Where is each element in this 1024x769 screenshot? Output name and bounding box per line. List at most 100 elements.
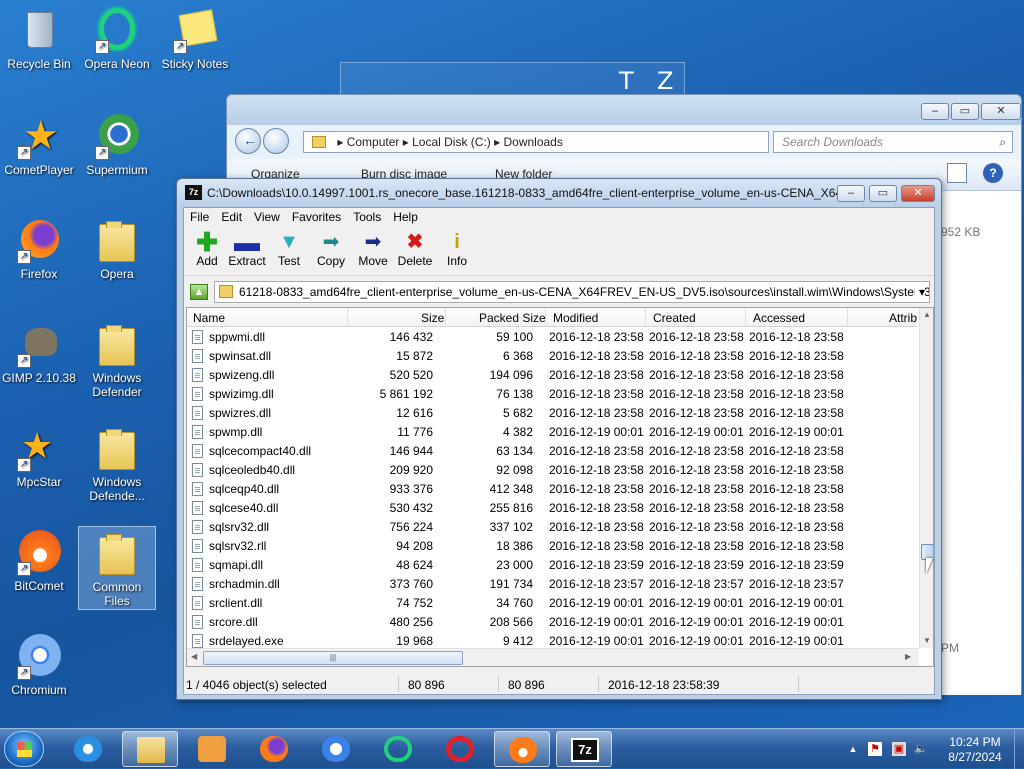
table-row[interactable]: srcore.dll 480 256 208 566 2016-12-19 00:01… — [187, 612, 917, 631]
scroll-down-icon[interactable]: ▼ — [923, 636, 931, 645]
path-input[interactable]: 61218-0833_amd64fre_client-enterprise_vo… — [214, 281, 930, 303]
desktop-icon-sticky-notes[interactable]: ↗ Sticky Notes — [156, 6, 234, 71]
taskbar-opera[interactable] — [432, 731, 488, 767]
7zip-maximize-button[interactable]: ▭ — [869, 185, 897, 202]
column-size[interactable]: Size — [421, 311, 444, 325]
table-row[interactable]: sqlcese40.dll 530 432 255 816 2016-12-18 23… — [187, 498, 917, 517]
move-button[interactable]: ➡ Move — [350, 230, 396, 268]
desktop-icon-windows-defender-2[interactable]: Windows Defende... — [78, 424, 156, 503]
table-row[interactable]: sqlcecompact40.dll 146 944 63 134 2016-12-1… — [187, 441, 917, 460]
7zip-titlebar[interactable]: 7z C:\Downloads\10.0.14997.1001.rs_oneco… — [177, 179, 941, 207]
cell-packed-size: 92 098 — [496, 463, 533, 477]
address-computer[interactable]: Computer — [347, 135, 400, 149]
horizontal-scrollbar[interactable]: ◀ ||| ▶ — [187, 648, 919, 666]
taskbar-firefox[interactable] — [246, 731, 302, 767]
network-icon[interactable]: ▣ — [892, 742, 906, 756]
taskbar-ie[interactable] — [60, 731, 116, 767]
desktop-icon-recycle-bin[interactable]: Recycle Bin — [0, 6, 78, 71]
explorer-maximize-button[interactable]: ▭ — [951, 103, 979, 120]
action-center-icon[interactable]: ⚑ — [868, 742, 882, 756]
column-created[interactable]: Created — [653, 311, 696, 325]
clock[interactable]: 10:24 PM 8/27/2024 — [940, 735, 1010, 765]
desktop-icon-opera-folder[interactable]: Opera — [78, 216, 156, 281]
forward-button[interactable] — [263, 128, 289, 154]
taskbar-7zip[interactable]: 7z — [556, 731, 612, 767]
up-folder-icon[interactable]: ▲ — [190, 284, 208, 300]
7zip-window[interactable]: 7z C:\Downloads\10.0.14997.1001.rs_oneco… — [176, 178, 942, 700]
chevron-down-icon[interactable]: ▾ — [914, 282, 925, 302]
menu-file[interactable]: File — [184, 208, 215, 224]
back-button[interactable]: ← — [235, 128, 261, 154]
explorer-titlebar[interactable] — [227, 95, 1021, 125]
horizontal-scroll-thumb[interactable]: ||| — [203, 651, 463, 665]
table-row[interactable]: spwinsat.dll 15 872 6 368 2016-12-18 23:58 2… — [187, 346, 917, 365]
table-row[interactable]: spwizimg.dll 5 861 192 76 138 2016-12-18 23… — [187, 384, 917, 403]
table-row[interactable]: sqlsrv32.rll 94 208 18 386 2016-12-18 23:58… — [187, 536, 917, 555]
table-row[interactable]: spwizeng.dll 520 520 194 096 2016-12-18 23:… — [187, 365, 917, 384]
cell-name: spwizimg.dll — [209, 387, 274, 401]
desktop-icon-gimp[interactable]: ↗ GIMP 2.10.38 — [0, 320, 78, 385]
explorer-close-button[interactable]: ✕ — [981, 103, 1021, 120]
taskbar-chromium[interactable] — [308, 731, 364, 767]
show-hidden-icons-icon[interactable]: ▲ — [846, 742, 860, 756]
explorer-search-input[interactable]: Search Downloads ⌕ — [773, 131, 1013, 153]
copy-button[interactable]: ➡ Copy — [308, 230, 354, 268]
7zip-close-button[interactable]: ✕ — [901, 185, 935, 202]
menu-view[interactable]: View — [248, 208, 286, 224]
address-downloads[interactable]: Downloads — [503, 135, 562, 149]
desktop-icon-mpcstar[interactable]: ★ ↗ MpcStar — [0, 424, 78, 490]
menu-favorites[interactable]: Favorites — [286, 208, 347, 224]
taskbar-bitcomet[interactable] — [494, 731, 550, 767]
wallpaper-deco-box: T Z — [340, 62, 685, 96]
start-button[interactable] — [4, 731, 44, 767]
column-accessed[interactable]: Accessed — [753, 311, 805, 325]
desktop-icon-common-files[interactable]: Common Files — [78, 526, 156, 610]
menu-tools[interactable]: Tools — [347, 208, 387, 224]
menu-edit[interactable]: Edit — [215, 208, 248, 224]
info-button[interactable]: i Info — [434, 230, 480, 268]
desktop-icon-opera-neon[interactable]: ↗ Opera Neon — [78, 6, 156, 71]
desktop-icon-bitcomet[interactable]: ↗ BitComet — [0, 528, 78, 593]
7zip-minimize-button[interactable]: – — [837, 185, 865, 202]
table-row[interactable]: sqlceqp40.dll 933 376 412 348 2016-12-18 23… — [187, 479, 917, 498]
table-row[interactable]: sqlsrv32.dll 756 224 337 102 2016-12-18 23:… — [187, 517, 917, 536]
table-row[interactable]: sqlceoledb40.dll 209 920 92 098 2016-12-18 … — [187, 460, 917, 479]
cell-modified: 2016-12-18 23:59 — [549, 558, 644, 572]
file-list[interactable]: Name Size Packed Size Modified Created A… — [186, 307, 934, 667]
scroll-up-icon[interactable]: ▲ — [923, 310, 931, 319]
taskbar-opera-neon[interactable] — [370, 731, 426, 767]
taskbar-media-player[interactable] — [184, 731, 240, 767]
column-name[interactable]: Name — [193, 311, 225, 325]
vertical-scrollbar[interactable]: ▲ ▼ — [919, 308, 933, 648]
explorer-minimize-button[interactable]: – — [921, 103, 949, 120]
desktop-icon-supermium[interactable]: ↗ Supermium — [78, 112, 156, 177]
delete-button[interactable]: ✖ Delete — [392, 230, 438, 268]
explorer-address-bar[interactable]: ▸ Computer ▸ Local Disk (C:) ▸ Downloads — [303, 131, 769, 153]
volume-icon[interactable]: 🔈 — [914, 742, 928, 756]
desktop-icon-cometplayer[interactable]: ★ ↗ CometPlayer — [0, 112, 78, 177]
taskbar-explorer[interactable] — [122, 731, 178, 767]
desktop-icon-windows-defender[interactable]: Windows Defender — [78, 320, 156, 399]
column-attrib[interactable]: Attrib — [889, 311, 917, 325]
address-local-disk[interactable]: Local Disk (C:) — [412, 135, 491, 149]
table-row[interactable]: srclient.dll 74 752 34 760 2016-12-19 00:01… — [187, 593, 917, 612]
extract-button[interactable]: ▬ Extract — [224, 229, 270, 268]
preview-pane-icon[interactable] — [947, 163, 967, 183]
cell-size: 146 944 — [389, 444, 433, 458]
table-row[interactable]: spwmp.dll 11 776 4 382 2016-12-19 00:01 2016… — [187, 422, 917, 441]
help-icon[interactable]: ? — [983, 163, 1003, 183]
cell-name: sqlceoledb40.dll — [209, 463, 296, 477]
column-packed-size[interactable]: Packed Size — [479, 311, 546, 325]
column-modified[interactable]: Modified — [553, 311, 598, 325]
desktop-icon-firefox[interactable]: ↗ Firefox — [0, 216, 78, 281]
test-button[interactable]: ▼ Test — [266, 230, 312, 268]
table-row[interactable]: spwizres.dll 12 616 5 682 2016-12-18 23:58 2… — [187, 403, 917, 422]
table-row[interactable]: sqmapi.dll 48 624 23 000 2016-12-18 23:59 20… — [187, 555, 917, 574]
table-row[interactable]: srchadmin.dll 373 760 191 734 2016-12-18 23… — [187, 574, 917, 593]
show-desktop-button[interactable] — [1014, 729, 1024, 769]
scroll-right-icon[interactable]: ▶ — [905, 652, 911, 661]
menu-help[interactable]: Help — [387, 208, 424, 224]
desktop-icon-chromium[interactable]: ↗ Chromium — [0, 632, 78, 697]
scroll-left-icon[interactable]: ◀ — [191, 652, 197, 661]
table-row[interactable]: sppwmi.dll 146 432 59 100 2016-12-18 23:58 2… — [187, 327, 917, 346]
